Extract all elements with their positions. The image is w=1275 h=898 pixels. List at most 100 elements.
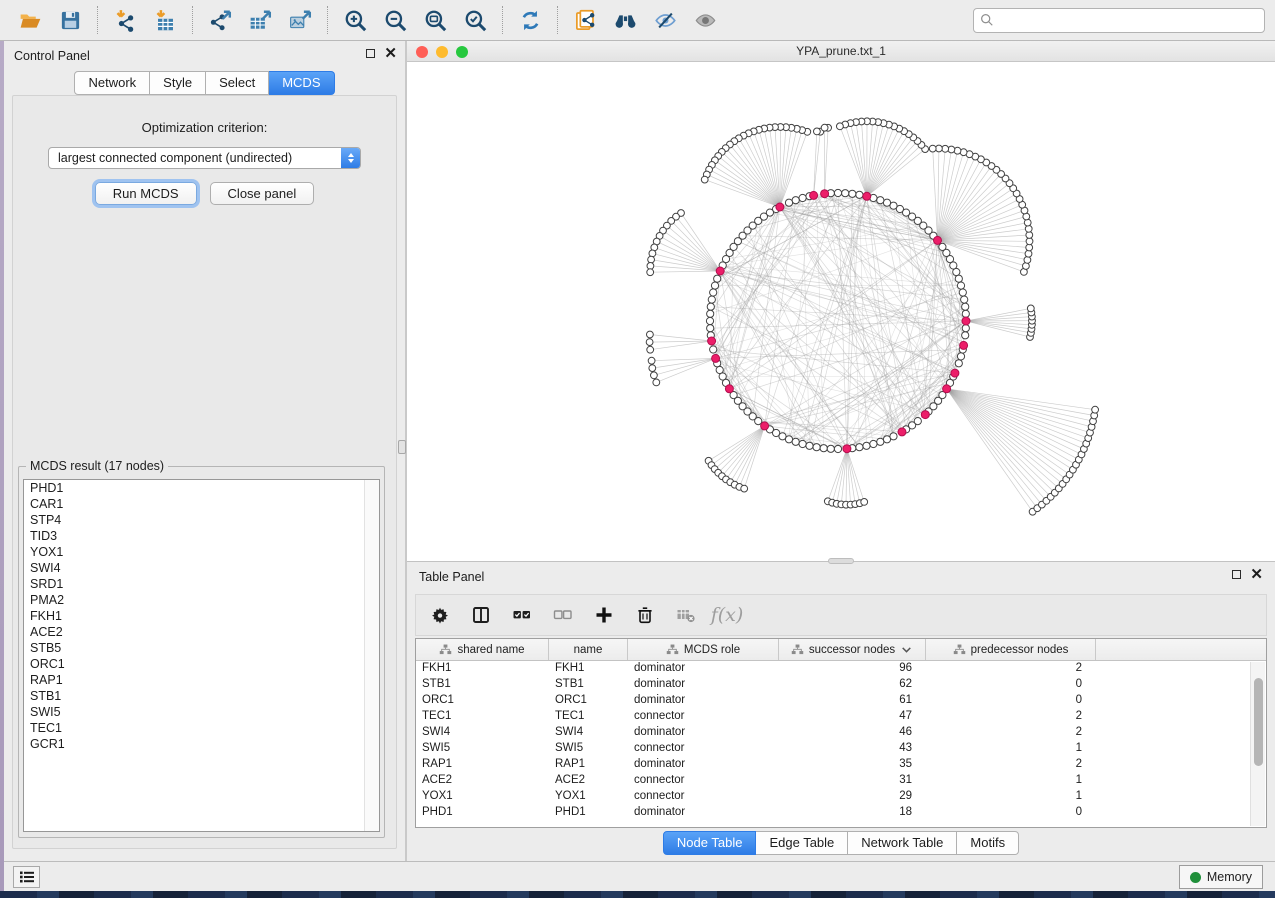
- table-cell: dominator: [628, 677, 779, 693]
- mcds-result-list[interactable]: PHD1CAR1STP4TID3YOX1SWI4SRD1PMA2FKH1ACE2…: [23, 479, 380, 832]
- task-history-button[interactable]: [13, 866, 40, 888]
- maximize-window-icon[interactable]: [456, 46, 468, 58]
- tab-style[interactable]: Style: [150, 71, 206, 95]
- column-header-predecessor-nodes[interactable]: predecessor nodes: [926, 639, 1096, 660]
- control-panel-tabs: NetworkStyleSelectMCDS: [4, 71, 405, 95]
- mcds-result-node[interactable]: ACE2: [24, 624, 379, 640]
- table-cell: 31: [779, 773, 926, 789]
- mcds-result-node[interactable]: TID3: [24, 528, 379, 544]
- mcds-result-node[interactable]: GCR1: [24, 736, 379, 752]
- search-box[interactable]: [973, 8, 1265, 33]
- table-panel: Table Panel ✕ f(x) shared namenameMCDS r…: [407, 561, 1275, 861]
- minimize-window-icon[interactable]: [436, 46, 448, 58]
- search-binoculars-icon[interactable]: [605, 3, 645, 37]
- mcds-result-node[interactable]: ORC1: [24, 656, 379, 672]
- float-panel-icon[interactable]: [366, 49, 375, 58]
- table-row[interactable]: TEC1TEC1connector472: [416, 709, 1266, 725]
- select-stepper-icon: [341, 148, 360, 168]
- table-row[interactable]: STB1STB1dominator620: [416, 677, 1266, 693]
- import-table-icon[interactable]: [145, 3, 185, 37]
- search-input[interactable]: [998, 12, 1258, 28]
- add-icon[interactable]: [592, 603, 616, 627]
- table-cell: connector: [628, 709, 779, 725]
- mcds-result-node[interactable]: SWI5: [24, 704, 379, 720]
- table-cell: dominator: [628, 757, 779, 773]
- columns-icon[interactable]: [469, 603, 493, 627]
- export-image-icon[interactable]: [280, 3, 320, 37]
- export-table-icon[interactable]: [240, 3, 280, 37]
- close-panel-icon[interactable]: ✕: [384, 49, 397, 58]
- toolbar-separator: [97, 6, 98, 34]
- settings-icon[interactable]: [428, 603, 452, 627]
- toolbar-separator: [192, 6, 193, 34]
- mcds-result-node[interactable]: PMA2: [24, 592, 379, 608]
- close-window-icon[interactable]: [416, 46, 428, 58]
- refresh-layout-icon[interactable]: [510, 3, 550, 37]
- tab-network[interactable]: Network: [74, 71, 150, 95]
- table-row[interactable]: PHD1PHD1dominator180: [416, 805, 1266, 821]
- vertical-splitter-grip[interactable]: [398, 440, 406, 454]
- tab-network-table[interactable]: Network Table: [848, 831, 957, 855]
- main-toolbar: [0, 0, 1275, 41]
- table-row[interactable]: RAP1RAP1dominator352: [416, 757, 1266, 773]
- tab-node-table[interactable]: Node Table: [663, 831, 757, 855]
- select-all-icon[interactable]: [510, 603, 534, 627]
- delete-icon[interactable]: [633, 603, 657, 627]
- mcds-result-node[interactable]: TEC1: [24, 720, 379, 736]
- column-header-name[interactable]: name: [549, 639, 628, 660]
- table-row[interactable]: FKH1FKH1dominator962: [416, 661, 1266, 677]
- table-panel-title: Table Panel: [419, 570, 484, 584]
- table-cell: ACE2: [416, 773, 549, 789]
- import-network-icon[interactable]: [105, 3, 145, 37]
- close-panel-button[interactable]: Close panel: [210, 182, 315, 205]
- column-header-shared-name[interactable]: shared name: [416, 639, 549, 660]
- tab-select[interactable]: Select: [206, 71, 269, 95]
- mcds-result-node[interactable]: PHD1: [24, 480, 379, 496]
- tab-edge-table[interactable]: Edge Table: [756, 831, 848, 855]
- hide-selected-icon[interactable]: [645, 3, 685, 37]
- tab-mcds[interactable]: MCDS: [269, 71, 334, 95]
- open-session-icon[interactable]: [10, 3, 50, 37]
- table-row[interactable]: ORC1ORC1dominator610: [416, 693, 1266, 709]
- mcds-result-node[interactable]: YOX1: [24, 544, 379, 560]
- column-header-successor-nodes[interactable]: successor nodes: [779, 639, 926, 660]
- deselect-all-icon[interactable]: [551, 603, 575, 627]
- mcds-result-node[interactable]: STP4: [24, 512, 379, 528]
- table-cell: TEC1: [416, 709, 549, 725]
- table-row[interactable]: ACE2ACE2connector311: [416, 773, 1266, 789]
- tab-motifs[interactable]: Motifs: [957, 831, 1019, 855]
- optimization-criterion-select[interactable]: largest connected component (undirected): [48, 147, 361, 169]
- table-row[interactable]: SWI5SWI5connector431: [416, 741, 1266, 757]
- share-network-document-icon[interactable]: [565, 3, 605, 37]
- save-session-icon[interactable]: [50, 3, 90, 37]
- mcds-result-node[interactable]: SRD1: [24, 576, 379, 592]
- zoom-in-icon[interactable]: [335, 3, 375, 37]
- zoom-fit-icon[interactable]: [415, 3, 455, 37]
- mcds-result-node[interactable]: STB5: [24, 640, 379, 656]
- export-network-icon[interactable]: [200, 3, 240, 37]
- mcds-result-node[interactable]: RAP1: [24, 672, 379, 688]
- show-all-icon[interactable]: [685, 3, 725, 37]
- table-cell: 62: [779, 677, 926, 693]
- table-cell: STB1: [416, 677, 549, 693]
- zoom-selected-icon[interactable]: [455, 3, 495, 37]
- column-header-MCDS-role[interactable]: MCDS role: [628, 639, 779, 660]
- mcds-list-scrollbar[interactable]: [364, 480, 379, 831]
- zoom-out-icon[interactable]: [375, 3, 415, 37]
- table-row[interactable]: SWI4SWI4dominator462: [416, 725, 1266, 741]
- memory-button[interactable]: Memory: [1179, 865, 1263, 889]
- network-window: YPA_prune.txt_1: [407, 41, 1275, 561]
- network-window-titlebar[interactable]: YPA_prune.txt_1: [407, 41, 1275, 62]
- mcds-result-node[interactable]: STB1: [24, 688, 379, 704]
- table-cell: YOX1: [416, 789, 549, 805]
- float-table-panel-icon[interactable]: [1232, 570, 1241, 579]
- table-row[interactable]: YOX1YOX1connector291: [416, 789, 1266, 805]
- network-canvas[interactable]: [407, 62, 1275, 561]
- mcds-result-node[interactable]: CAR1: [24, 496, 379, 512]
- mcds-result-node[interactable]: FKH1: [24, 608, 379, 624]
- table-scrollbar[interactable]: [1250, 662, 1265, 826]
- run-mcds-button[interactable]: Run MCDS: [95, 182, 197, 205]
- mcds-result-node[interactable]: SWI4: [24, 560, 379, 576]
- table-scrollbar-thumb[interactable]: [1254, 678, 1263, 766]
- close-table-panel-icon[interactable]: ✕: [1250, 570, 1263, 579]
